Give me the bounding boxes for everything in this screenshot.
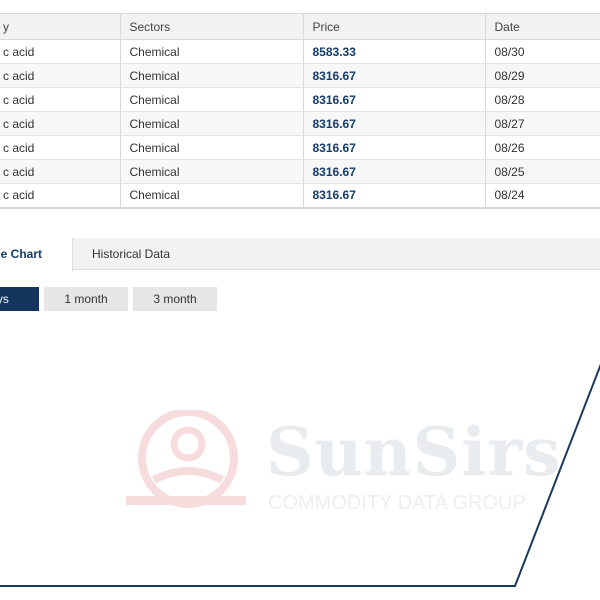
date-cell: 08/30 — [485, 39, 600, 64]
sector-cell: Chemical — [120, 135, 304, 160]
date-cell: 08/24 — [485, 183, 600, 209]
price-cell: 8316.67 — [303, 87, 486, 112]
product-cell[interactable]: c acid — [0, 111, 121, 136]
tab-price-chart[interactable]: ce Chart — [0, 238, 73, 271]
date-cell: 08/29 — [485, 63, 600, 88]
sector-cell: Chemical — [120, 63, 304, 88]
product-cell[interactable]: c acid — [0, 63, 121, 88]
header-product[interactable]: y — [0, 13, 121, 40]
sector-cell: Chemical — [120, 183, 304, 209]
date-cell: 08/25 — [485, 159, 600, 184]
product-cell[interactable]: c acid — [0, 39, 121, 64]
table-row: c acid Chemical 8316.67 08/29 — [0, 63, 600, 88]
product-cell[interactable]: c acid — [0, 87, 121, 112]
price-chart-svg — [0, 363, 600, 587]
header-date[interactable]: Date — [485, 13, 600, 40]
product-cell[interactable]: c acid — [0, 135, 121, 160]
table-row: c acid Chemical 8316.67 08/26 — [0, 135, 600, 160]
table-row: c acid Chemical 8316.67 08/28 — [0, 87, 600, 112]
sector-cell: Chemical — [120, 159, 304, 184]
date-cell: 08/28 — [485, 87, 600, 112]
price-table: y Sectors Price Date c acid Chemical 858… — [0, 13, 600, 209]
table-row: c acid Chemical 8316.67 08/25 — [0, 159, 600, 184]
sector-cell: Chemical — [120, 87, 304, 112]
product-cell[interactable]: c acid — [0, 183, 121, 209]
chart-tab-bar: ce Chart Historical Data — [0, 238, 600, 271]
table-row: c acid Chemical 8583.33 08/30 — [0, 39, 600, 64]
page: y Sectors Price Date c acid Chemical 858… — [0, 0, 600, 600]
header-price[interactable]: Price — [303, 13, 486, 40]
price-cell: 8316.67 — [303, 111, 486, 136]
price-cell: 8316.67 — [303, 183, 486, 209]
price-cell: 8316.67 — [303, 135, 486, 160]
range-1-month-button[interactable]: 1 month — [44, 287, 128, 311]
price-cell: 8316.67 — [303, 63, 486, 88]
sector-cell: Chemical — [120, 39, 304, 64]
range-3-month-button[interactable]: 3 month — [133, 287, 217, 311]
price-chart — [0, 320, 600, 600]
date-cell: 08/26 — [485, 135, 600, 160]
product-cell[interactable]: c acid — [0, 159, 121, 184]
price-cell: 8316.67 — [303, 159, 486, 184]
range-days-button[interactable]: ays — [0, 287, 39, 311]
table-row: c acid Chemical 8316.67 08/27 — [0, 111, 600, 136]
price-series-line — [0, 363, 600, 587]
table-row: c acid Chemical 8316.67 08/24 — [0, 183, 600, 209]
header-sectors[interactable]: Sectors — [120, 13, 304, 40]
date-cell: 08/27 — [485, 111, 600, 136]
tab-historical-data[interactable]: Historical Data — [78, 238, 184, 271]
table-header-row: y Sectors Price Date — [0, 13, 600, 40]
price-cell: 8583.33 — [303, 39, 486, 64]
sector-cell: Chemical — [120, 111, 304, 136]
